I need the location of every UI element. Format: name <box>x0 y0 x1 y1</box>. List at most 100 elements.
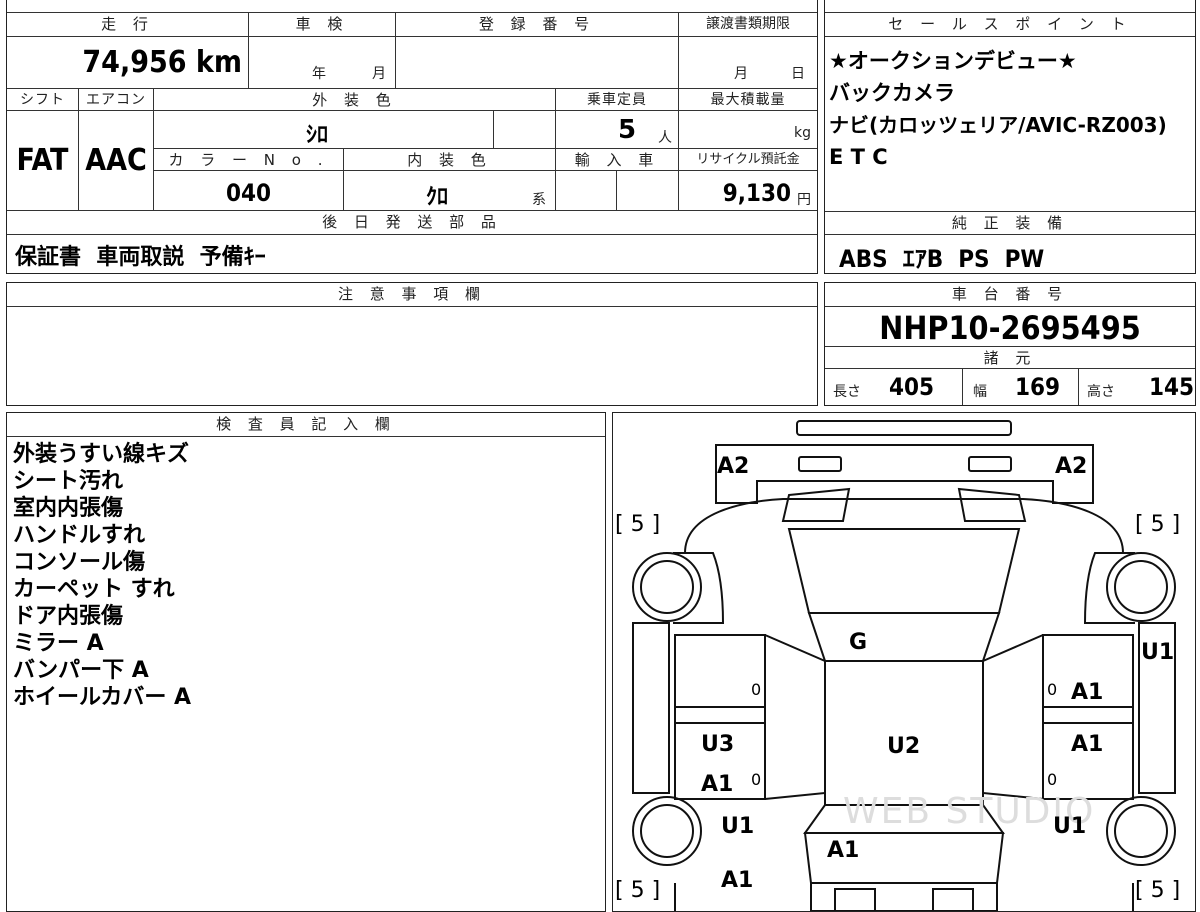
mark-zero: 0 <box>751 680 761 699</box>
sales-points-label: セ ー ル ス ポ イ ン ト <box>825 13 1195 37</box>
mark-rear-left: A1 <box>721 868 753 893</box>
later-parts-label: 後 日 発 送 部 品 <box>7 211 817 235</box>
mark-left-rear-fender: U1 <box>721 814 754 839</box>
mark-left-rear-door-bottom: A1 <box>701 772 733 797</box>
sales-point-line: E T C <box>829 145 888 169</box>
transfer-deadline-label: 譲渡書類期限 <box>679 13 817 37</box>
capacity-label: 乗車定員 <box>556 89 679 111</box>
height-value: 145 <box>1149 373 1195 401</box>
specs-label: 諸 元 <box>825 347 1195 369</box>
chassis-label: 車 台 番 号 <box>825 283 1195 307</box>
mark-trunk: A1 <box>827 838 859 863</box>
color-no-label: カ ラ ー N o . <box>154 149 344 171</box>
max-load-cell: kg <box>679 111 817 149</box>
interior-color-label: 内 装 色 <box>344 149 556 171</box>
length-label: 長さ <box>833 384 861 400</box>
chassis-block: 車 台 番 号 NHP10-2695495 諸 元 長さ 405 幅 169 高… <box>824 282 1196 406</box>
import-cell-b <box>617 171 679 211</box>
max-load-unit: kg <box>794 125 811 141</box>
factory-equipment-label: 純 正 装 備 <box>825 211 1195 235</box>
inspector-note: シート汚れ <box>13 469 124 494</box>
mark-zero: 0 <box>751 770 761 789</box>
mark-zero: 0 <box>1047 680 1057 699</box>
factory-equipment-value: ABS ｴｱB PS PW <box>839 245 1045 273</box>
shift-value: FAT <box>7 111 79 211</box>
sales-point-line: ★オークションデビュー★ <box>829 49 1077 73</box>
mark-left-rear-door-top: U3 <box>701 732 734 757</box>
exterior-color-label: 外 装 色 <box>154 89 556 111</box>
width-cell: 幅 169 <box>963 369 1079 405</box>
chassis-number: NHP10-2695495 <box>825 307 1195 347</box>
width-label: 幅 <box>973 384 987 400</box>
mark-hood: G <box>849 630 867 655</box>
inspection-label: 車 検 <box>249 13 396 37</box>
interior-color-value: ｸﾛ <box>426 185 449 210</box>
mark-tire-fr: [ 5 ] <box>1135 512 1180 537</box>
ac-value: AAC <box>79 111 154 211</box>
later-parts-value: 保証書 車両取説 予備ｷｰ <box>15 245 266 270</box>
notes-label: 注 意 事 項 欄 <box>7 283 817 307</box>
mileage-value: 74,956 km <box>7 37 249 89</box>
inspection-month-unit: 月 <box>372 66 386 82</box>
max-load-label: 最大積載量 <box>679 89 817 111</box>
mark-right-fender: U1 <box>1141 640 1174 665</box>
mark-right-rear-fender: U1 <box>1053 814 1086 839</box>
width-value: 169 <box>1015 373 1061 401</box>
exterior-color-extra <box>494 111 556 149</box>
cutoff-row-right <box>825 0 1195 13</box>
interior-color-unit: 系 <box>532 192 546 208</box>
shift-label: シフト <box>7 89 79 111</box>
inspector-note: コンソール傷 <box>13 550 146 575</box>
sales-point-line: ナビ(カロッツェリア/AVIC-RZ003) <box>829 113 1167 137</box>
mark-front-left: A2 <box>717 454 749 479</box>
mark-tire-rl: [ 5 ] <box>615 878 660 903</box>
ac-label: エアコン <box>79 89 154 111</box>
mark-roof: U2 <box>887 734 920 759</box>
interior-color-cell: ｸﾛ 系 <box>344 171 556 211</box>
import-cell-a <box>556 171 617 211</box>
sales-point-line: バックカメラ <box>829 81 955 105</box>
height-cell: 高さ 145 <box>1079 369 1195 405</box>
deadline-month-unit: 月 <box>734 66 748 82</box>
car-damage-diagram: WEB STUDIO A2 A2 [ 5 ] [ 5 ] [ 5 ] [ 5 ]… <box>615 420 1180 911</box>
inspector-notes-list: 外装うすい線キズ シート汚れ 室内内張傷 ハンドルすれ コンソール傷 カーペット… <box>13 441 191 711</box>
vehicle-info-block: 走 行 車 検 登 録 番 号 譲渡書類期限 74,956 km 年 月 月 日… <box>6 0 818 274</box>
capacity-cell: 5 人 <box>556 111 679 149</box>
mileage-label: 走 行 <box>7 13 249 37</box>
cutoff-row <box>7 0 817 13</box>
inspector-note: ミラー A <box>13 631 104 656</box>
damage-diagram-block: WEB STUDIO A2 A2 [ 5 ] [ 5 ] [ 5 ] [ 5 ]… <box>612 412 1196 912</box>
recycle-cell: 9,130 円 <box>679 171 817 211</box>
mark-right-front-door: A1 <box>1071 680 1103 705</box>
registration-value <box>396 37 679 89</box>
inspection-value: 年 月 <box>249 37 396 89</box>
inspector-note: ハンドルすれ <box>13 523 146 548</box>
sales-points-block: セ ー ル ス ポ イ ン ト ★オークションデビュー★ バックカメラ ナビ(カ… <box>824 0 1196 274</box>
inspector-note: カーペット すれ <box>13 577 175 602</box>
inspector-note: ホイールカバー A <box>13 685 192 710</box>
inspector-note: バンパー下 A <box>13 658 149 683</box>
length-value: 405 <box>889 373 935 401</box>
notes-block: 注 意 事 項 欄 <box>6 282 818 406</box>
mark-tire-rr: [ 5 ] <box>1135 878 1180 903</box>
color-no-value: 040 <box>154 171 344 211</box>
mark-front-right: A2 <box>1055 454 1087 479</box>
inspector-note: 室内内張傷 <box>13 496 124 521</box>
exterior-color-cell: ｼﾛ <box>154 111 494 149</box>
transfer-deadline-value: 月 日 <box>679 37 817 89</box>
inspection-year-unit: 年 <box>312 66 326 82</box>
import-label: 輸 入 車 <box>556 149 679 171</box>
capacity-value: 5 <box>618 115 637 145</box>
inspector-note: ドア内張傷 <box>13 604 124 629</box>
inspector-note: 外装うすい線キズ <box>13 442 190 467</box>
inspector-block: 検 査 員 記 入 欄 外装うすい線キズ シート汚れ 室内内張傷 ハンドルすれ … <box>6 412 606 912</box>
mark-tire-fl: [ 5 ] <box>615 512 660 537</box>
recycle-unit: 円 <box>797 192 811 208</box>
length-cell: 長さ 405 <box>825 369 963 405</box>
deadline-day-unit: 日 <box>791 66 805 82</box>
height-label: 高さ <box>1087 384 1115 400</box>
capacity-unit: 人 <box>658 130 672 146</box>
recycle-label: リサイクル預託金 <box>679 149 817 171</box>
mark-right-rear-door: A1 <box>1071 732 1103 757</box>
mark-zero: 0 <box>1047 770 1057 789</box>
